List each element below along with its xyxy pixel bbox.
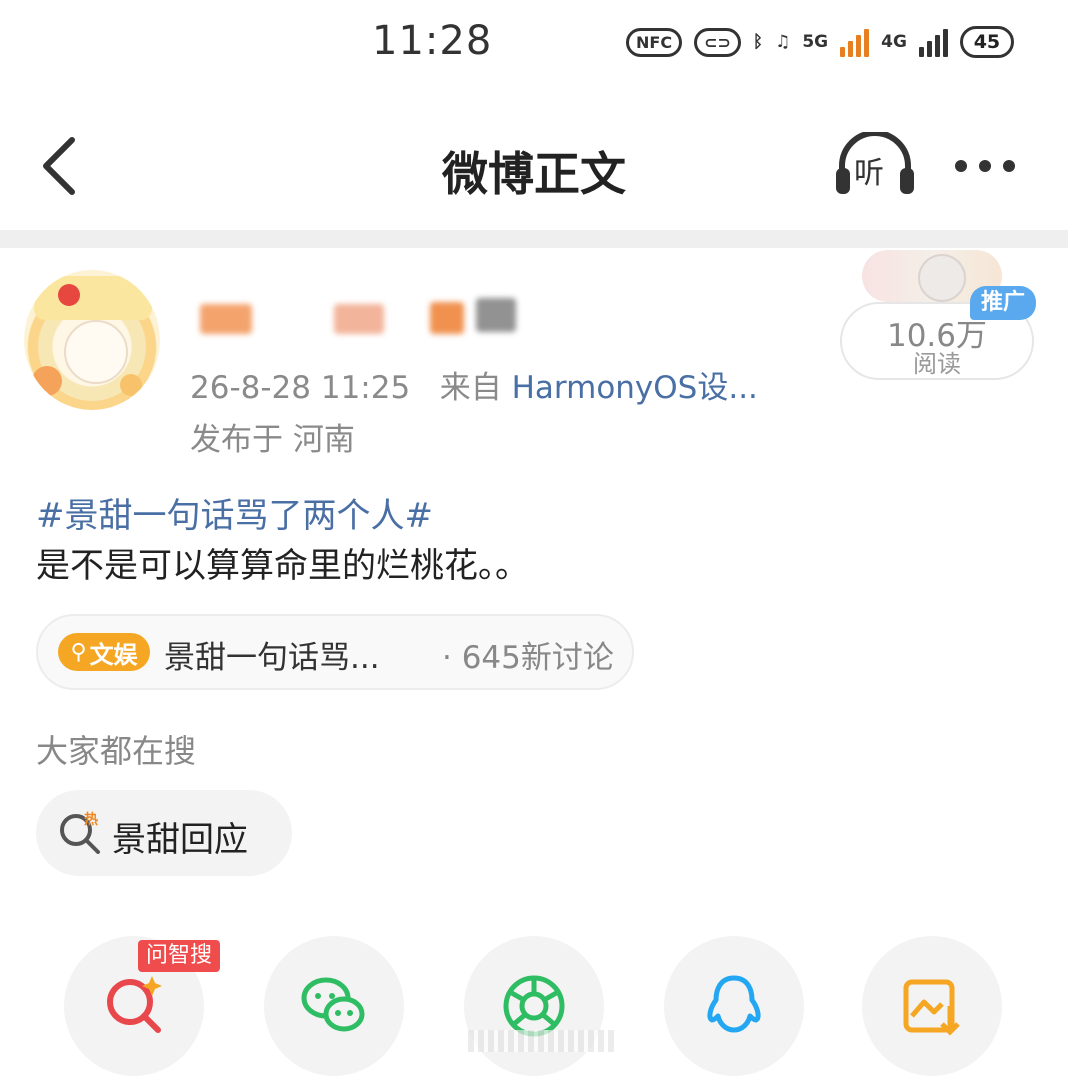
link-icon: ⊂⊃ <box>694 27 741 57</box>
clock: 11:28 <box>372 18 493 64</box>
post-meta: 26-8-28 11:25 来自 HarmonyOS设... <box>190 362 758 407</box>
post-content: 是不是可以算算命里的烂桃花。。 <box>36 546 529 586</box>
hot-badge: 热 <box>84 811 98 828</box>
read-count-widget[interactable]: 10.6万 阅读 推广 <box>840 250 1036 380</box>
topic-chip[interactable]: ⚲ 文娱 景甜一句话骂... · 645新讨论 <box>36 614 634 690</box>
wechat-share-button[interactable] <box>264 936 404 1076</box>
trending-label: 大家都在搜 <box>36 732 197 770</box>
topic-badge-label: 文娱 <box>89 640 138 669</box>
ask-search-badge: 问智搜 <box>138 940 221 972</box>
search-icon: ⚲ <box>70 639 87 665</box>
network-4g-icon: 4G <box>881 32 907 52</box>
battery-level: 45 <box>973 31 1001 53</box>
qq-icon <box>707 975 761 1033</box>
nfc-icon: NFC <box>626 27 683 57</box>
music-icon: ♫ <box>775 32 791 52</box>
hashtag-link[interactable]: #景甜一句话骂了两个人# <box>36 488 433 537</box>
smart-search-icon <box>107 976 162 1033</box>
hot-search-chip[interactable]: 热 景甜回应 <box>36 790 292 876</box>
post-location: 发布于 河南 <box>190 422 355 458</box>
network-5g-label: 5G <box>802 32 829 52</box>
moments-share-button[interactable] <box>464 936 604 1076</box>
status-icons: NFC ⊂⊃ ᛒ ♫ 5G 4G 45 <box>626 20 1014 64</box>
topic-badge: ⚲ 文娱 <box>58 633 150 671</box>
qq-share-button[interactable] <box>664 936 804 1076</box>
hot-search-text: 景甜回应 <box>112 820 248 860</box>
nav-bar: 微博正文 听 <box>0 100 1068 230</box>
post-time: 26-8-28 11:25 <box>190 370 411 406</box>
signal-4g-icon <box>918 27 948 57</box>
network-5g-icon: 5G <box>802 32 828 52</box>
wechat-icon <box>301 977 365 1032</box>
promo-badge: 推广 <box>970 286 1036 320</box>
read-label: 阅读 <box>913 350 961 378</box>
more-options-icon[interactable] <box>955 160 1015 172</box>
hot-search-icon: 热 <box>60 811 100 854</box>
section-divider <box>0 230 1068 248</box>
username-blurred[interactable] <box>194 296 524 342</box>
post-source[interactable]: HarmonyOS设... <box>512 370 758 406</box>
watermark <box>468 1030 618 1052</box>
listen-button[interactable]: 听 <box>832 130 918 196</box>
listen-label: 听 <box>854 156 884 191</box>
signal-5g-icon <box>840 27 870 57</box>
topic-text: 景甜一句话骂... <box>164 640 380 676</box>
bluetooth-icon: ᛒ <box>752 32 764 52</box>
avatar[interactable] <box>24 270 160 410</box>
battery-icon: 45 <box>959 26 1014 58</box>
from-label: 来自 <box>439 370 502 406</box>
save-image-button[interactable] <box>862 936 1002 1076</box>
network-4g-label: 4G <box>881 32 907 52</box>
status-bar: 11:28 NFC ⊂⊃ ᛒ ♫ 5G 4G 45 <box>0 0 1068 90</box>
save-image-icon <box>903 979 960 1036</box>
topic-count: · 645新讨论 <box>442 640 614 676</box>
